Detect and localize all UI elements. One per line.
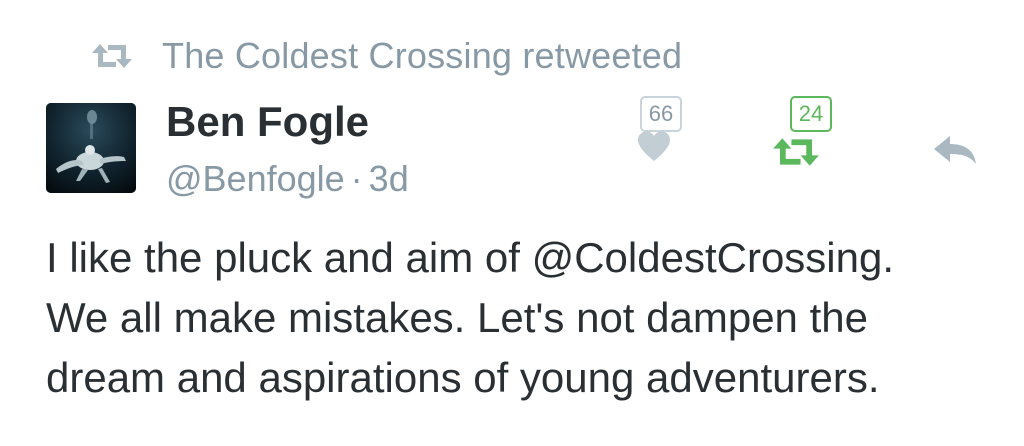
tweet-text-line: I like the pluck and aim of @ColdestCros… xyxy=(46,234,895,281)
meta-separator: · xyxy=(350,158,363,199)
retweet-icon xyxy=(772,136,820,173)
tweet-card[interactable]: The Coldest Crossing retweeted Ben Fogle… xyxy=(0,0,1024,446)
favorite-button[interactable]: 66 xyxy=(636,96,696,172)
tweet-text: I like the pluck and aim of @ColdestCros… xyxy=(46,228,1006,408)
author-meta: @Benfogle · 3d xyxy=(166,158,409,200)
retweet-context: The Coldest Crossing retweeted xyxy=(92,34,682,78)
tweet-time[interactable]: 3d xyxy=(369,158,409,199)
retweet-context-text: The Coldest Crossing retweeted xyxy=(162,35,683,76)
retweet-button[interactable]: 24 xyxy=(770,96,850,172)
tweet-text-line: dream and aspirations of young adventure… xyxy=(46,354,880,401)
reply-button[interactable] xyxy=(932,134,978,170)
reply-icon xyxy=(932,136,978,172)
author-name[interactable]: Ben Fogle xyxy=(166,98,369,146)
tweet-text-line: We all make mistakes. Let's not dampen t… xyxy=(46,294,868,341)
avatar[interactable] xyxy=(46,103,136,193)
retweet-icon xyxy=(92,42,132,70)
author-handle[interactable]: @Benfogle xyxy=(166,158,345,199)
retweet-count: 24 xyxy=(790,96,832,132)
favorite-count: 66 xyxy=(640,96,682,132)
heart-icon xyxy=(636,130,672,167)
